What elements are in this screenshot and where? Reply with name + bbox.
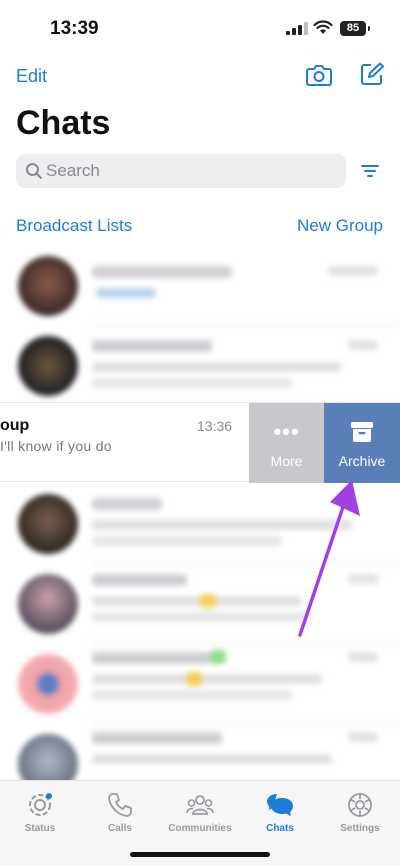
gear-icon (348, 793, 372, 817)
edit-button[interactable]: Edit (16, 66, 47, 87)
filter-icon[interactable] (360, 162, 380, 180)
avatar (18, 494, 78, 554)
tab-label: Communities (168, 823, 232, 834)
tab-settings[interactable]: Settings (320, 787, 400, 834)
phone-icon (108, 793, 132, 817)
tab-label: Calls (108, 823, 132, 834)
status-bar: 13:39 85 (0, 0, 400, 50)
chat-name: oup (0, 417, 30, 434)
tab-label: Settings (340, 823, 380, 834)
communities-icon (186, 795, 214, 815)
archive-icon (351, 422, 373, 442)
page-title: Chats (16, 104, 111, 142)
camera-icon[interactable] (306, 63, 332, 87)
chat-row[interactable] (0, 644, 400, 724)
chats-screen: 13:39 85 Edit Chats Search Broadcast Lis… (0, 0, 400, 866)
more-label: More (270, 453, 303, 469)
tab-label: Chats (266, 823, 294, 834)
cellular-signal-icon (286, 22, 308, 35)
annotation-arrow-icon (298, 480, 360, 637)
tab-calls[interactable]: Calls (80, 787, 160, 834)
archive-label: Archive (338, 453, 386, 469)
broadcast-lists-link[interactable]: Broadcast Lists (16, 216, 132, 236)
status-time: 13:39 (50, 18, 99, 39)
tab-chats[interactable]: Chats (240, 787, 320, 834)
chat-time: 13:36 (197, 418, 233, 434)
chat-preview: I'll know if you do (0, 438, 112, 454)
more-icon: ••• (273, 419, 300, 444)
tab-label: Status (24, 823, 56, 834)
battery-indicator: 85 (340, 21, 370, 36)
tab-communities[interactable]: Communities (160, 787, 240, 834)
avatar (18, 574, 78, 634)
chats-icon (267, 794, 293, 816)
tab-status[interactable]: Status (0, 787, 80, 834)
new-group-link[interactable]: New Group (297, 216, 383, 236)
chat-row[interactable] (0, 326, 400, 406)
search-icon (26, 163, 42, 179)
compose-icon[interactable] (360, 62, 384, 86)
search-placeholder: Search (46, 161, 100, 180)
avatar (18, 654, 78, 714)
avatar (18, 336, 78, 396)
status-icon (29, 793, 52, 816)
home-indicator[interactable] (130, 852, 270, 857)
chat-row[interactable] (0, 246, 400, 326)
avatar (18, 256, 78, 316)
search-input[interactable]: Search (16, 154, 346, 188)
wifi-icon (313, 20, 333, 34)
